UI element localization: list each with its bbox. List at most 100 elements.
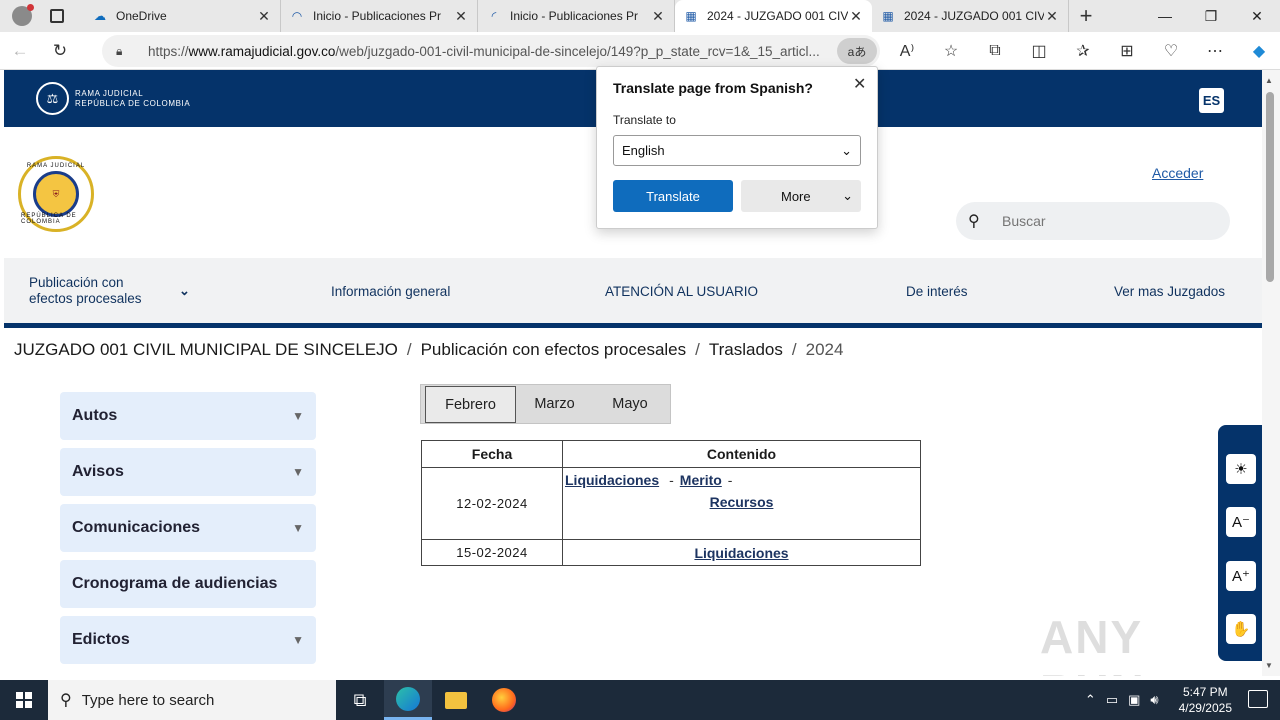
network-icon[interactable]: ▭ <box>1106 692 1118 708</box>
link-merito[interactable]: Merito <box>680 472 722 488</box>
close-tab-icon[interactable]: ✕ <box>848 8 864 25</box>
browser-tab-inicio-2[interactable]: ◜ Inicio - Publicaciones Pr ✕ <box>478 0 675 32</box>
close-window-icon[interactable]: ✕ <box>1234 0 1280 32</box>
brand-text: Rama Judicial República de Colombia <box>75 88 191 108</box>
rama-judicial-logo[interactable]: ⚖ Rama Judicial República de Colombia <box>36 82 190 115</box>
nav-item-atencion[interactable]: ATENCIÓN AL USUARIO <box>605 258 758 324</box>
minimize-icon[interactable]: — <box>1142 0 1188 32</box>
close-icon[interactable]: ✕ <box>853 74 866 94</box>
decrease-font-icon[interactable]: A⁻ <box>1226 507 1256 537</box>
tab-febrero[interactable]: Febrero <box>425 386 516 423</box>
taskbar-search[interactable]: ⚲ Type here to search <box>48 680 336 720</box>
search-icon[interactable]: ⚲ <box>968 211 988 231</box>
collections-icon[interactable]: ⊞ <box>1105 41 1149 61</box>
search-input[interactable] <box>1002 213 1202 229</box>
tab-mayo[interactable]: Mayo <box>593 385 667 423</box>
scroll-down-icon[interactable]: ▼ <box>1265 661 1273 670</box>
lock-icon[interactable]: 🔒︎ <box>116 44 130 59</box>
file-explorer-button[interactable] <box>432 680 480 720</box>
scrollbar-thumb[interactable] <box>1266 92 1274 282</box>
sidebar-item-cronograma[interactable]: Cronograma de audiencias <box>60 560 316 608</box>
firefox-button[interactable] <box>480 680 528 720</box>
new-tab-button[interactable]: + <box>1069 0 1103 32</box>
copilot-icon[interactable]: ◆ <box>1237 41 1280 61</box>
breadcrumb-traslados[interactable]: Traslados <box>709 340 783 359</box>
browser-tab-onedrive[interactable]: ☁ OneDrive ✕ <box>84 0 281 32</box>
favorites-icon[interactable]: ✰ <box>1061 41 1105 61</box>
chevron-up-icon[interactable]: ⌃ <box>1085 692 1096 708</box>
start-button[interactable] <box>0 680 48 720</box>
link-recursos[interactable]: Recursos <box>710 494 774 510</box>
site-search[interactable]: ⚲ <box>956 202 1230 240</box>
nav-item-interes[interactable]: De interés <box>906 258 968 324</box>
judicial-seal-logo[interactable]: RAMA JUDICIAL ⛨ REPÚBLICA DE COLOMBIA <box>18 156 94 232</box>
back-arrow-icon[interactable]: ← <box>0 32 40 70</box>
address-toolbar: ← ↻ 🔒︎ https://www.ramajudicial.gov.co/w… <box>0 32 1280 70</box>
close-tab-icon[interactable]: ✕ <box>650 8 666 25</box>
monitor-icon[interactable]: ▣ <box>1128 692 1140 708</box>
tab-actions-icon[interactable] <box>50 9 64 23</box>
scroll-up-icon[interactable]: ▲ <box>1265 76 1273 85</box>
row-content: Liquidaciones - Merito - Recursos <box>562 467 921 540</box>
table-row: 12-02-2024 Liquidaciones - Merito - Recurso… <box>421 467 921 540</box>
sidebar-item-label: Avisos <box>72 463 124 480</box>
sidebar-item-avisos[interactable]: Avisos ▼ <box>60 448 316 496</box>
coat-of-arms-icon: ⚖ <box>36 82 69 115</box>
split-screen-icon[interactable]: ◫ <box>1017 41 1061 61</box>
browser-tab-juzgado[interactable]: ▦ 2024 - JUZGADO 001 CIVI ✕ <box>872 0 1069 32</box>
folder-icon <box>445 691 467 709</box>
target-language-select[interactable]: English ⌄ <box>613 135 861 166</box>
increase-font-icon[interactable]: A⁺ <box>1226 561 1256 591</box>
favorite-star-icon[interactable]: ☆ <box>929 41 973 61</box>
notifications-icon[interactable] <box>1248 690 1268 708</box>
read-aloud-icon[interactable]: A⁾ <box>885 41 929 61</box>
main-navigation: Publicación con efectos procesales ⌄ Inf… <box>4 258 1262 328</box>
close-tab-icon[interactable]: ✕ <box>256 8 272 25</box>
nav-item-informacion[interactable]: Información general <box>331 258 450 324</box>
translate-icon[interactable]: aあ <box>837 38 877 64</box>
url-field[interactable]: 🔒︎ https://www.ramajudicial.gov.co/web/j… <box>102 35 880 67</box>
sidebar-item-autos[interactable]: Autos ▼ <box>60 392 316 440</box>
sidebar-item-edictos[interactable]: Edictos ▼ <box>60 616 316 664</box>
more-menu-icon[interactable]: ⋯ <box>1193 41 1237 61</box>
clock[interactable]: 5:47 PM 4/29/2025 <box>1179 684 1232 716</box>
sidebar-item-label: Cronograma de audiencias <box>72 575 278 592</box>
more-options-button[interactable]: More ⌄ <box>741 180 861 212</box>
tab-marzo[interactable]: Marzo <box>516 385 593 423</box>
loading-icon: ◜ <box>491 9 497 23</box>
breadcrumb-publicacion[interactable]: Publicación con efectos procesales <box>421 340 687 359</box>
extensions-icon[interactable]: ⧉ <box>973 42 1017 60</box>
nav-item-ver-mas[interactable]: Ver mas Juzgados <box>1114 258 1225 324</box>
browser-tab-juzgado-active[interactable]: ▦ 2024 - JUZGADO 001 CIVI ✕ <box>675 0 872 32</box>
edge-app-button[interactable] <box>384 680 432 720</box>
link-liquidaciones[interactable]: Liquidaciones <box>565 472 659 488</box>
translate-button[interactable]: Translate <box>613 180 733 212</box>
breadcrumb-juzgado[interactable]: JUZGADO 001 CIVIL MUNICIPAL DE SINCELEJO <box>14 340 398 359</box>
tab-title: Inicio - Publicaciones Pr <box>313 9 442 23</box>
tab-strip-left <box>0 0 84 32</box>
volume-icon[interactable]: 🔊︎ <box>1150 692 1158 708</box>
sidebar-item-label: Comunicaciones <box>72 519 201 536</box>
tab-title: 2024 - JUZGADO 001 CIVI <box>707 9 848 23</box>
login-link[interactable]: Acceder <box>1152 165 1203 181</box>
column-header-fecha: Fecha <box>421 440 563 468</box>
language-button[interactable]: ES <box>1199 88 1224 113</box>
performance-icon[interactable]: ♡ <box>1149 41 1193 61</box>
refresh-icon[interactable]: ↻ <box>40 32 80 70</box>
nav-label: Publicación con efectos procesales <box>29 275 142 306</box>
sidebar-item-comunicaciones[interactable]: Comunicaciones ▼ <box>60 504 316 552</box>
contrast-icon[interactable]: ☀ <box>1226 454 1256 484</box>
chevron-down-icon: ▼ <box>292 521 304 535</box>
browser-tab-inicio-1[interactable]: ◠ Inicio - Publicaciones Pr ✕ <box>281 0 478 32</box>
clock-time: 5:47 PM <box>1182 685 1228 699</box>
nav-item-publicacion[interactable]: Publicación con efectos procesales ⌄ <box>29 258 204 324</box>
profile-avatar[interactable] <box>12 4 34 26</box>
link-liquidaciones[interactable]: Liquidaciones <box>694 545 788 561</box>
page-scrollbar[interactable]: ▲ ▼ <box>1262 70 1280 676</box>
cloud-icon: ☁ <box>94 9 106 23</box>
close-tab-icon[interactable]: ✕ <box>1044 8 1060 25</box>
close-tab-icon[interactable]: ✕ <box>453 8 469 25</box>
firefox-icon <box>492 688 516 712</box>
task-view-icon[interactable]: ⧉ <box>336 680 384 720</box>
restore-icon[interactable]: ❐ <box>1188 0 1234 32</box>
